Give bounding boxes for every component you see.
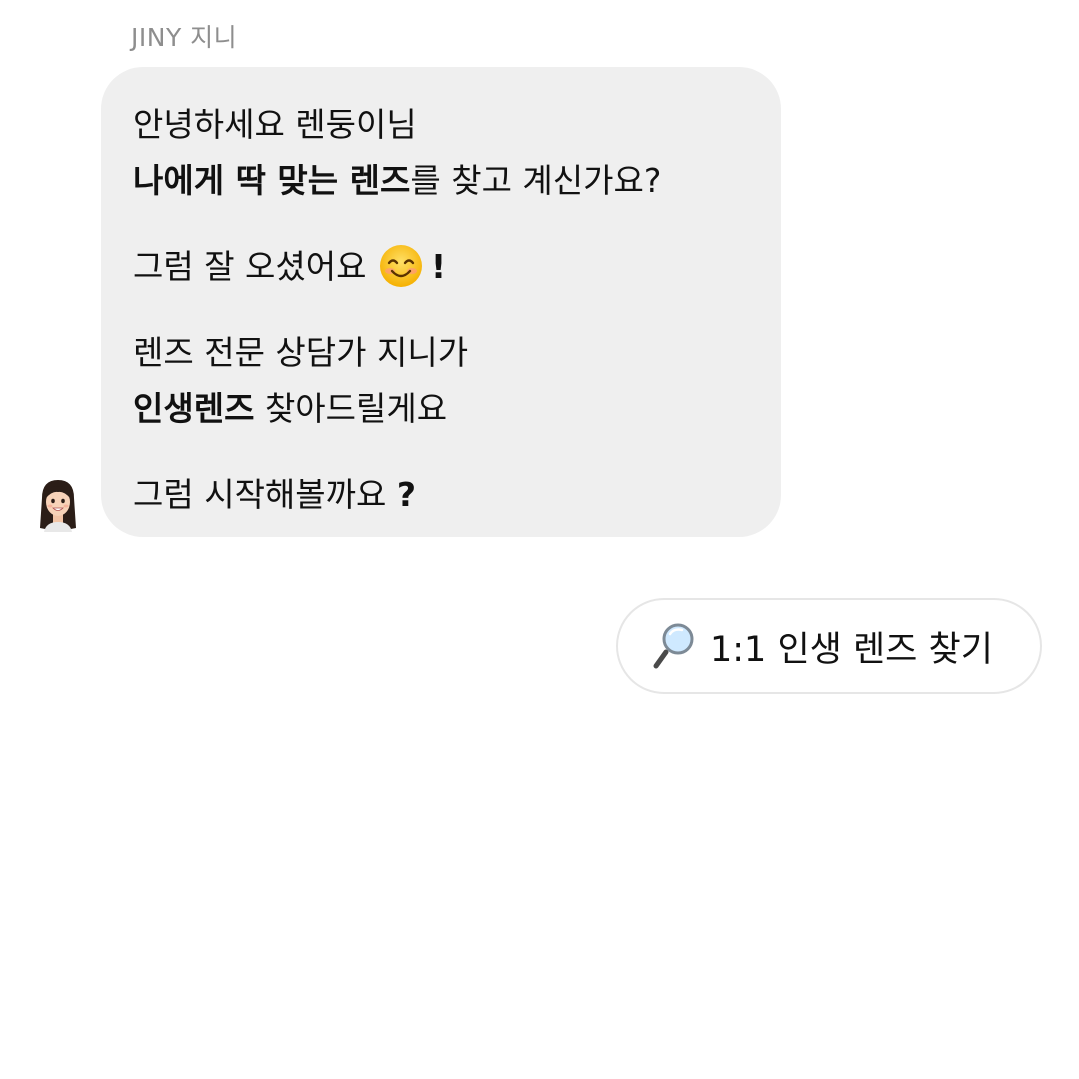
message-line-3: 그럼 잘 오셨어요 !: [133, 239, 781, 295]
message-bubble: 안녕하세요 렌둥이님 나에게 딱 맞는 렌즈를 찾고 계신가요? 그럼 잘 오셨…: [101, 67, 781, 537]
message-text: 를 찾고 계신가요?: [410, 161, 662, 200]
quick-reply-button[interactable]: 1:1 인생 렌즈 찾기: [616, 598, 1042, 694]
quick-reply-label: 1:1 인생 렌즈 찾기: [710, 629, 993, 670]
message-text: 찾아드릴게요: [254, 389, 448, 428]
magnifying-glass-icon: [653, 623, 694, 669]
message-text: 안녕하세요 렌둥이님: [133, 105, 417, 144]
message-text-bold: !: [431, 247, 447, 286]
message-line-4: 렌즈 전문 상담가 지니가: [133, 325, 781, 381]
message-line-1: 안녕하세요 렌둥이님: [133, 97, 781, 153]
smiling-face-icon: [380, 245, 422, 287]
avatar[interactable]: [36, 478, 80, 532]
message-line-5: 인생렌즈 찾아드릴게요: [133, 381, 781, 437]
message-text: 그럼 잘 오셨어요: [133, 247, 377, 286]
message-text-bold: 나에게 딱 맞는 렌즈: [133, 161, 411, 200]
message-text: 렌즈 전문 상담가 지니가: [133, 333, 469, 372]
message-line-2: 나에게 딱 맞는 렌즈를 찾고 계신가요?: [133, 153, 781, 209]
sender-name: JINY 지니: [131, 23, 238, 52]
message-text-bold: ?: [396, 475, 417, 514]
message-text: 그럼 시작해볼까요: [133, 475, 397, 514]
message-line-6: 그럼 시작해볼까요 ?: [133, 467, 781, 523]
message-text-bold: 인생렌즈: [133, 389, 255, 428]
